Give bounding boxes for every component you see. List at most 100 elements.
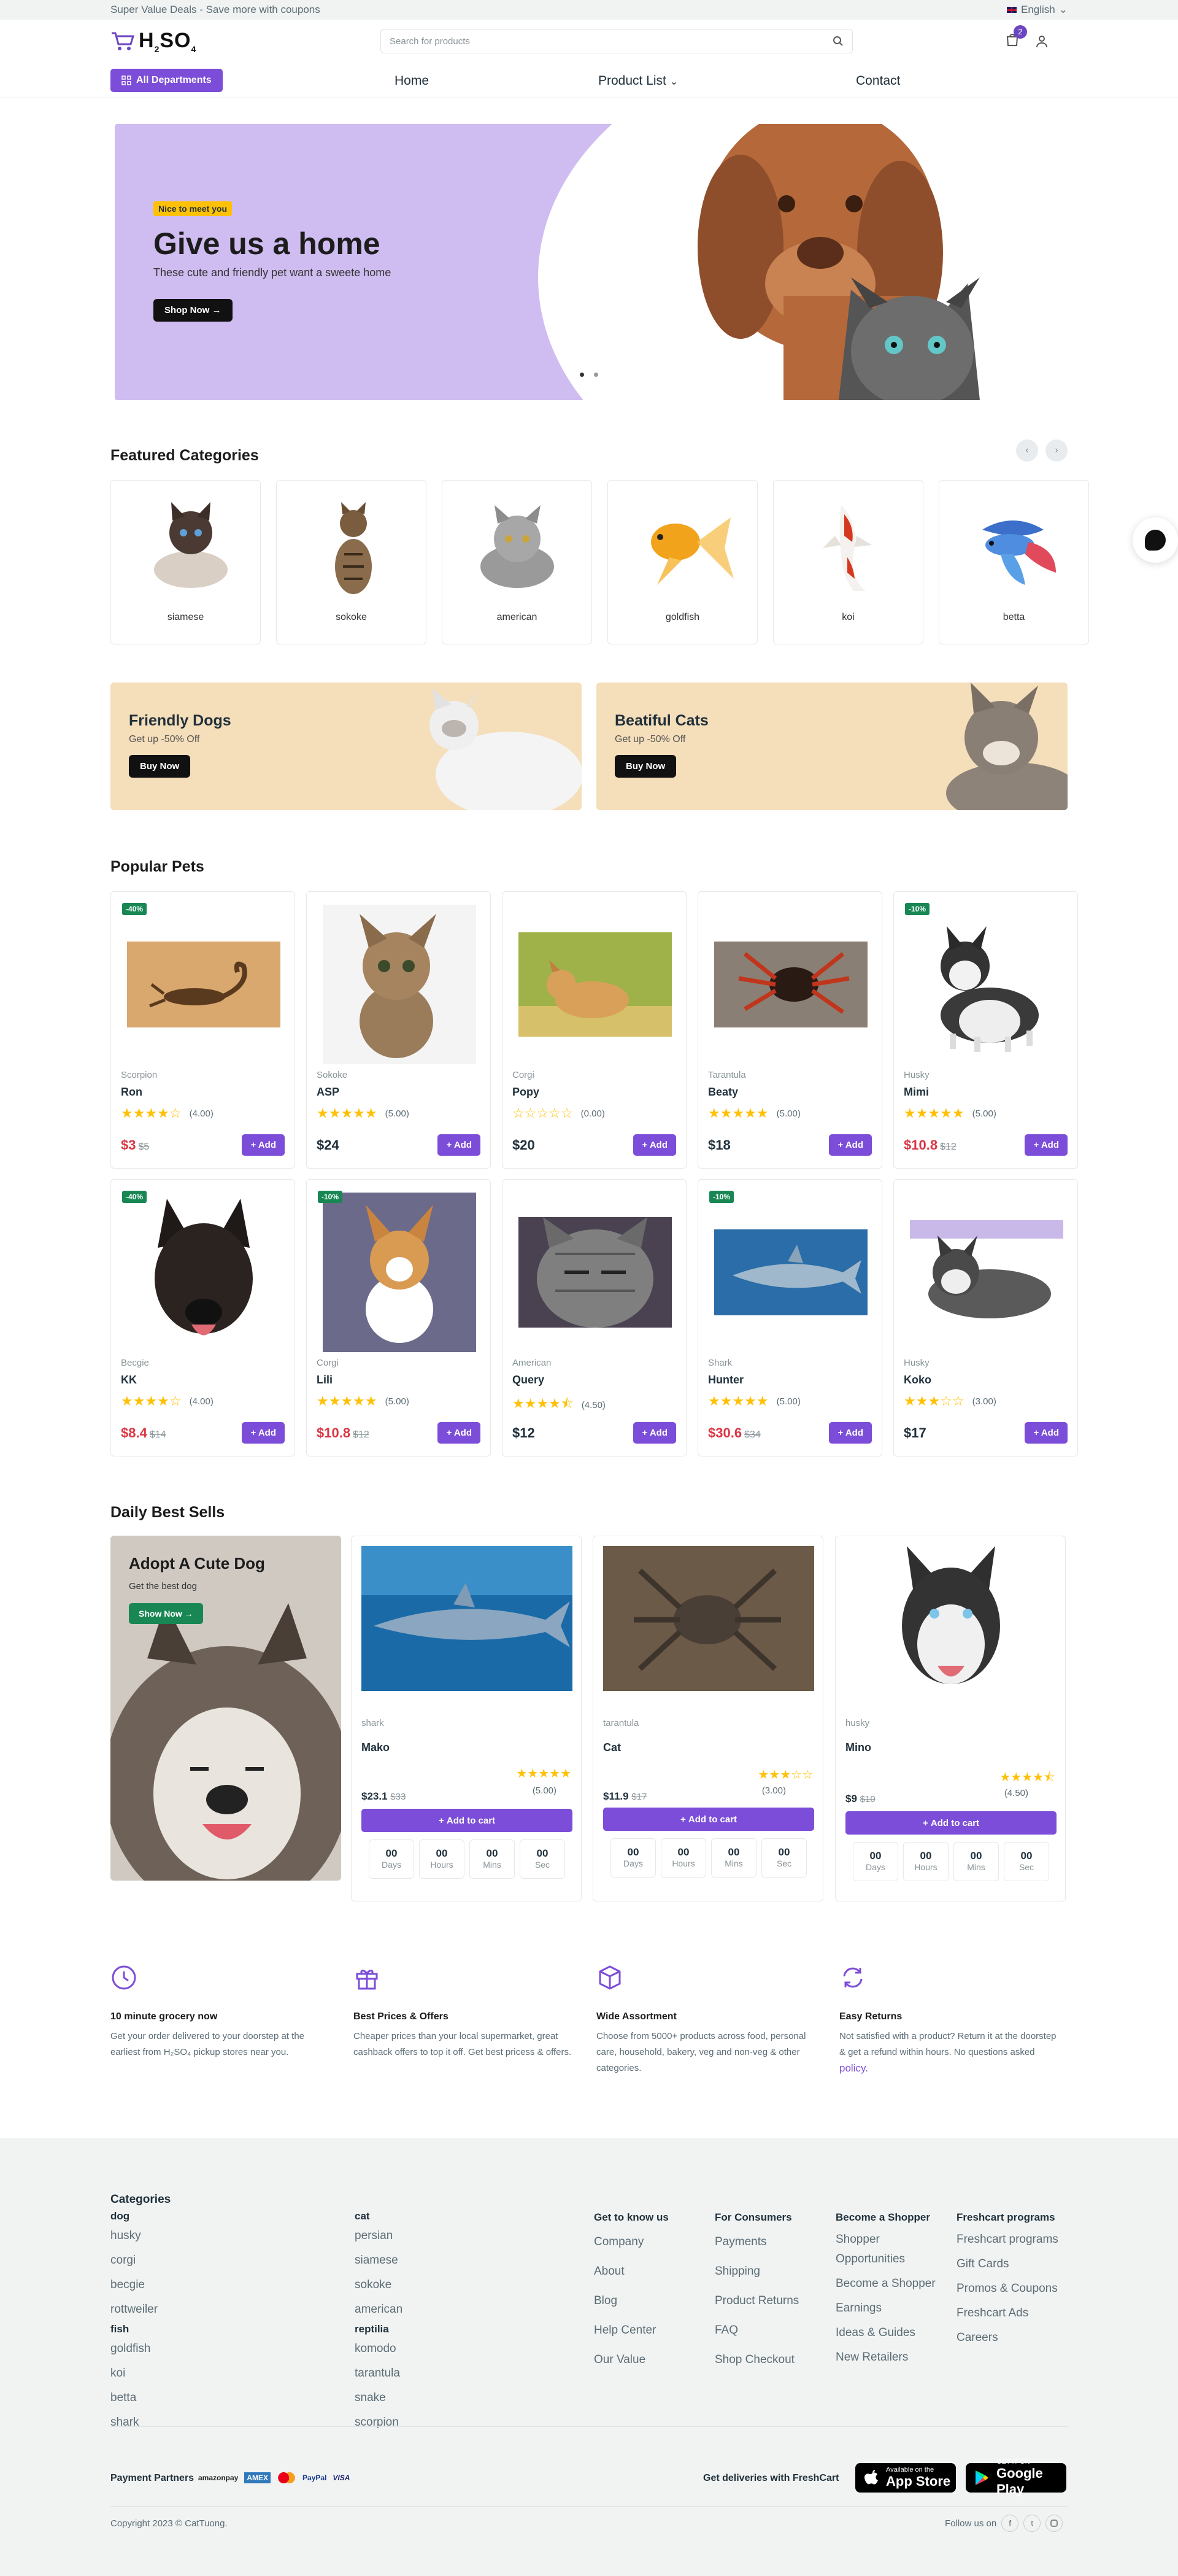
cart-button[interactable]: 2 <box>1005 25 1027 50</box>
product-card[interactable]: -10% Corgi Lili ★★★★★ (5.00) $10.8 $12 + Add <box>306 1179 491 1456</box>
footer-link[interactable]: corgi <box>110 2248 158 2273</box>
footer-link[interactable]: becgie <box>110 2273 158 2297</box>
footer-category-group[interactable]: cat <box>355 2209 402 2224</box>
footer-link[interactable]: american <box>355 2297 402 2322</box>
product-card[interactable]: -40% Scorpion Ron ★★★★☆ (4.00) $3 $5 + Add <box>110 891 295 1169</box>
app-store-button[interactable]: Available on the App Store <box>855 2463 956 2493</box>
shop-now-button[interactable]: Shop Now → <box>153 299 233 322</box>
footer-link[interactable]: komodo <box>355 2337 402 2361</box>
product-name[interactable]: Mino <box>845 1741 871 1754</box>
footer-category-group[interactable]: reptilia <box>355 2322 402 2337</box>
footer-link[interactable]: snake <box>355 2386 402 2410</box>
product-name[interactable]: Mimi <box>904 1086 929 1099</box>
daily-product-card[interactable]: shark Mako ★★★★★ (5.00) $23.1 $33 + Add to ca… <box>351 1536 582 1901</box>
product-card[interactable]: Corgi Popy ☆☆☆☆☆ (0.00) $20 + Add <box>502 891 687 1169</box>
footer-link[interactable]: Promos & Coupons <box>957 2279 1064 2299</box>
product-name[interactable]: KK <box>121 1374 137 1387</box>
add-button[interactable]: + Add <box>633 1422 676 1444</box>
product-name[interactable]: Popy <box>512 1086 539 1099</box>
user-icon[interactable] <box>1034 34 1049 48</box>
footer-link[interactable]: Shop Checkout <box>715 2348 825 2372</box>
carousel-dot-active[interactable] <box>580 373 584 377</box>
footer-link[interactable]: Freshcart programs <box>957 2230 1064 2249</box>
show-now-button[interactable]: Show Now → <box>129 1603 203 1624</box>
footer-link[interactable]: Product Returns <box>715 2289 825 2313</box>
product-name[interactable]: Ron <box>121 1086 142 1099</box>
carousel-dots[interactable] <box>580 373 598 377</box>
footer-link[interactable]: Help Center <box>594 2318 704 2343</box>
policy-link[interactable]: policy. <box>839 2062 868 2074</box>
footer-link[interactable]: betta <box>110 2386 158 2410</box>
footer-link[interactable]: Gift Cards <box>957 2254 1064 2274</box>
category-siamese[interactable]: siamese <box>110 480 261 644</box>
footer-link[interactable]: husky <box>110 2224 158 2248</box>
product-card[interactable]: Sokoke ASP ★★★★★ (5.00) $24 + Add <box>306 891 491 1169</box>
product-name[interactable]: Mako <box>361 1741 390 1754</box>
footer-category-group[interactable]: dog <box>110 2209 158 2224</box>
product-name[interactable]: Query <box>512 1374 544 1387</box>
footer-link[interactable]: sokoke <box>355 2273 402 2297</box>
nav-product-list[interactable]: Product List ⌄ <box>598 74 678 88</box>
add-button[interactable]: + Add <box>829 1422 872 1444</box>
footer-link[interactable]: rottweiler <box>110 2297 158 2322</box>
footer-link[interactable]: shark <box>110 2410 158 2435</box>
language-selector[interactable]: English ⌄ <box>1006 4 1068 16</box>
product-image[interactable] <box>709 903 872 1066</box>
product-image[interactable] <box>603 1546 814 1691</box>
product-name[interactable]: Koko <box>904 1374 931 1387</box>
product-image[interactable] <box>514 1191 676 1353</box>
product-name[interactable]: ASP <box>317 1086 339 1099</box>
footer-link[interactable]: Careers <box>957 2328 1064 2348</box>
nav-contact[interactable]: Contact <box>856 74 900 88</box>
buy-now-button[interactable]: Buy Now <box>129 755 191 778</box>
search-icon[interactable] <box>833 36 844 47</box>
twitter-icon[interactable]: t <box>1023 2515 1041 2532</box>
search-input[interactable]: Search for products <box>380 29 853 53</box>
product-image[interactable] <box>514 903 676 1066</box>
add-to-cart-button[interactable]: + Add to cart <box>361 1809 572 1832</box>
footer-link[interactable]: Freshcart Ads <box>957 2303 1064 2323</box>
footer-link[interactable]: scorpion <box>355 2410 402 2435</box>
product-image[interactable] <box>318 903 480 1066</box>
category-betta[interactable]: betta <box>939 480 1089 644</box>
daily-product-card[interactable]: husky Mino ★★★★⯪ (4.50) $9 $10 + Add to cart 0… <box>835 1536 1066 1901</box>
footer-link[interactable]: tarantula <box>355 2361 402 2386</box>
product-image[interactable] <box>122 1191 285 1353</box>
product-name[interactable]: Hunter <box>708 1374 744 1387</box>
footer-link[interactable]: Ideas & Guides <box>836 2323 943 2343</box>
footer-link[interactable]: FAQ <box>715 2318 825 2343</box>
chat-button[interactable] <box>1133 517 1178 563</box>
footer-link[interactable]: Company <box>594 2230 704 2254</box>
product-card[interactable]: -10% Shark Hunter ★★★★★ (5.00) $30.6 $34 + Add <box>698 1179 882 1456</box>
product-card[interactable]: Husky Koko ★★★☆☆ (3.00) $17 + Add <box>893 1179 1078 1456</box>
category-american[interactable]: american <box>442 480 592 644</box>
product-image[interactable] <box>905 1191 1068 1353</box>
product-image[interactable] <box>318 1191 480 1353</box>
product-card[interactable]: American Query ★★★★⯪ (4.50) $12 + Add <box>502 1179 687 1456</box>
footer-category-group[interactable]: fish <box>110 2322 158 2337</box>
add-button[interactable]: + Add <box>1025 1422 1068 1444</box>
add-button[interactable]: + Add <box>633 1134 676 1156</box>
footer-link[interactable]: Shipping <box>715 2259 825 2284</box>
category-koi[interactable]: koi <box>773 480 923 644</box>
category-sokoke[interactable]: sokoke <box>276 480 426 644</box>
add-button[interactable]: + Add <box>242 1422 285 1444</box>
product-card[interactable]: -10% Husky Mimi ★★★★★ (5.00) $10.8 $12 + Add <box>893 891 1078 1169</box>
product-image[interactable] <box>845 1546 1057 1691</box>
product-image[interactable] <box>361 1546 572 1691</box>
instagram-icon[interactable] <box>1045 2515 1063 2532</box>
footer-link[interactable]: Payments <box>715 2230 825 2254</box>
add-to-cart-button[interactable]: + Add to cart <box>845 1811 1057 1835</box>
footer-link[interactable]: Our Value <box>594 2348 704 2372</box>
footer-link[interactable]: persian <box>355 2224 402 2248</box>
carousel-dot[interactable] <box>594 373 598 377</box>
product-name[interactable]: Beaty <box>708 1086 738 1099</box>
footer-link[interactable]: Become a Shopper <box>836 2274 943 2294</box>
arrow-left-icon[interactable]: ‹ <box>1016 439 1038 462</box>
footer-link[interactable]: Shopper Opportunities <box>836 2230 943 2269</box>
logo[interactable]: H2SO4 <box>110 29 196 53</box>
product-image[interactable] <box>709 1191 872 1353</box>
product-card[interactable]: Tarantula Beaty ★★★★★ (5.00) $18 + Add <box>698 891 882 1169</box>
buy-now-button[interactable]: Buy Now <box>615 755 677 778</box>
add-button[interactable]: + Add <box>1025 1134 1068 1156</box>
